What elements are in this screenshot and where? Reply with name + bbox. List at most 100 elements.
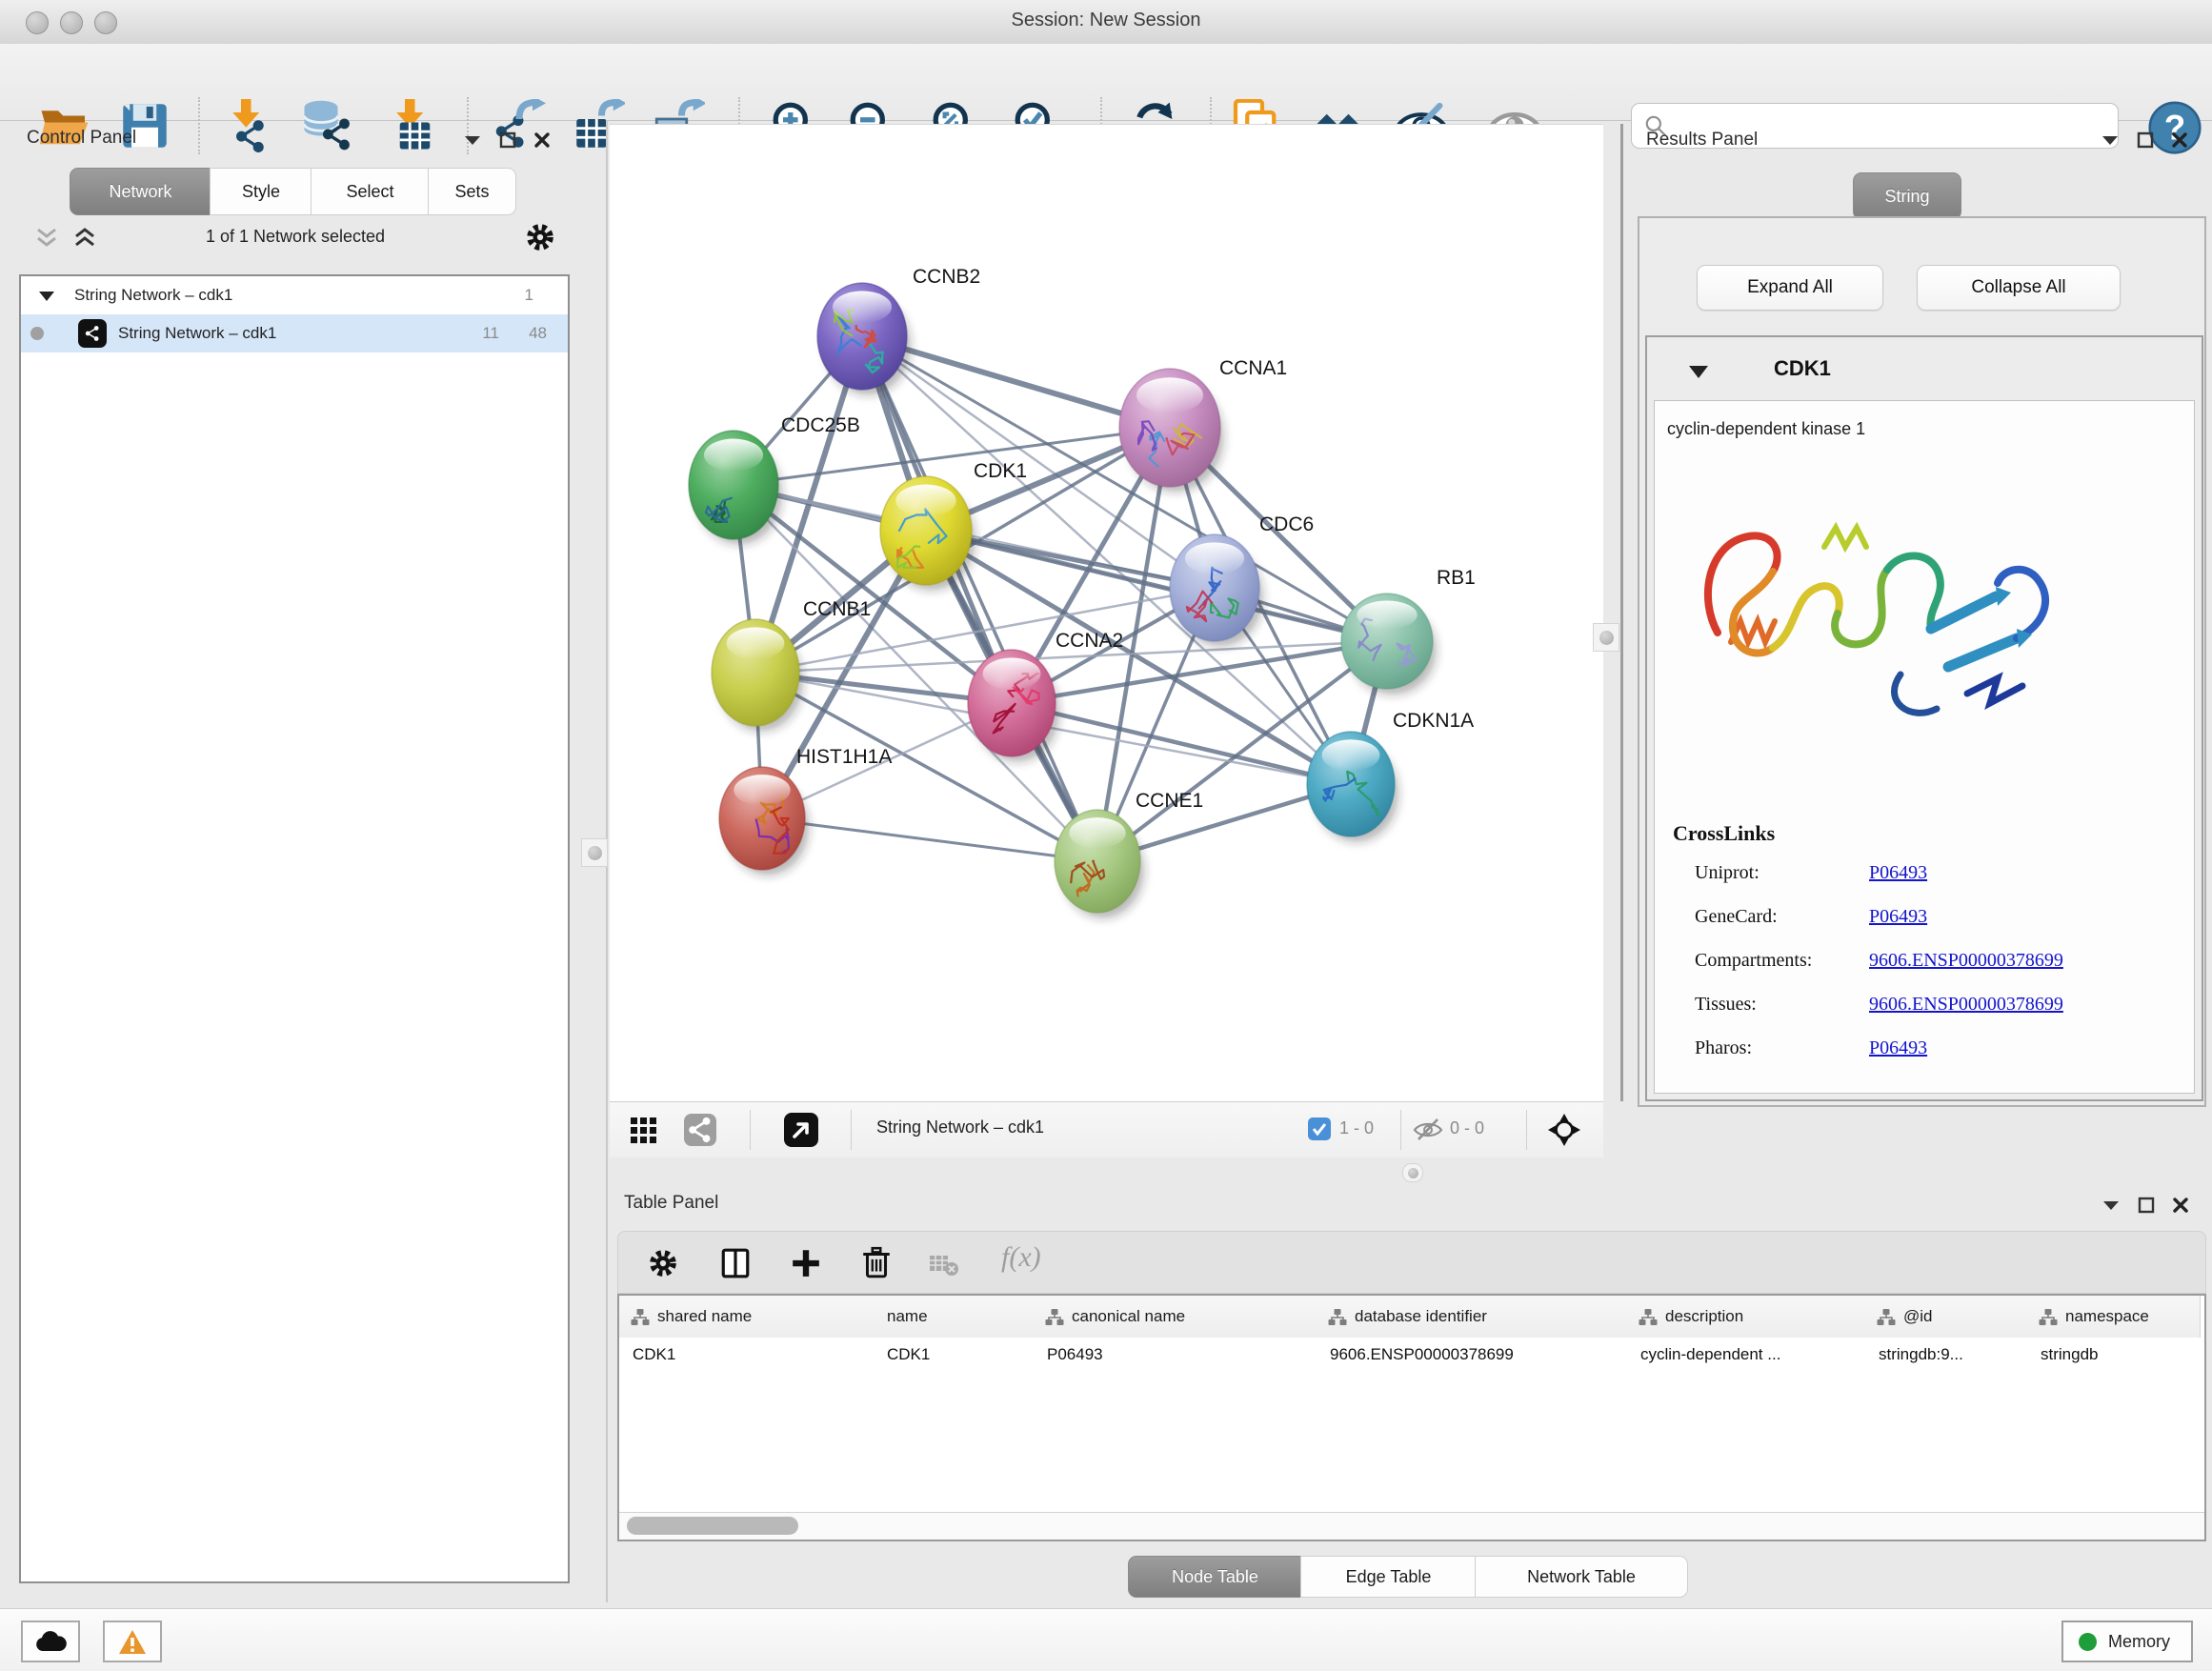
control-panel-controls: [463, 131, 568, 149]
crosslink-link[interactable]: P06493: [1869, 862, 1927, 884]
column-header[interactable]: shared name: [619, 1296, 875, 1338]
collapse-all-chevron-icon[interactable]: [34, 227, 59, 250]
crosslink-link[interactable]: 9606.ENSP00000378699: [1869, 994, 2063, 1016]
node-CCNB1[interactable]: [712, 619, 803, 732]
network-share-icon[interactable]: [684, 1114, 716, 1146]
float-panel-icon[interactable]: [2138, 1197, 2155, 1214]
expand-all-chevron-icon[interactable]: [72, 227, 97, 250]
hidden-eye-slash-icon[interactable]: [1413, 1116, 1443, 1144]
crosslink-link[interactable]: P06493: [1869, 906, 1927, 928]
tab-style[interactable]: Style: [210, 168, 312, 215]
delete-table-icon[interactable]: [929, 1253, 959, 1278]
tab-select[interactable]: Select: [311, 168, 430, 215]
gear-icon[interactable]: [524, 221, 556, 253]
panel-menu-icon[interactable]: [463, 133, 482, 147]
node-HIST1H1A[interactable]: [719, 767, 809, 876]
left-splitter-handle[interactable]: [581, 838, 608, 867]
delete-column-trash-icon[interactable]: [860, 1245, 893, 1279]
network-graph[interactable]: CCNB2CCNA1CDC25BCDK1CDC6RB1CCNB1CCNA2CDK…: [610, 125, 1603, 1102]
close-panel-icon[interactable]: [2171, 131, 2188, 149]
selected-checkbox-icon[interactable]: [1308, 1117, 1331, 1140]
crosslink-link[interactable]: P06493: [1869, 1037, 1927, 1059]
application-window: Session: New Session ? Control Panel: [0, 0, 2212, 1671]
edge-HIST1H1A-CCNE1[interactable]: [762, 818, 1097, 861]
node-table[interactable]: shared namenamecanonical namedatabase id…: [617, 1294, 2206, 1541]
node-label-CCNA2: CCNA2: [1056, 630, 1123, 652]
crosslink-link[interactable]: 9606.ENSP00000378699: [1869, 950, 2063, 972]
import-network-from-database-icon[interactable]: [301, 99, 354, 152]
node-CDKN1A[interactable]: [1307, 732, 1398, 842]
table-splitter-handle[interactable]: [1402, 1163, 1423, 1182]
network-row-selected[interactable]: String Network – cdk1 11 48: [21, 314, 568, 352]
function-builder-icon[interactable]: f(x): [1001, 1241, 1041, 1274]
tab-network[interactable]: Network: [70, 168, 211, 215]
gear-icon[interactable]: [647, 1247, 679, 1279]
table-cell[interactable]: stringdb:9...: [1865, 1338, 2041, 1372]
memory-button[interactable]: Memory: [2061, 1621, 2193, 1662]
panel-menu-icon[interactable]: [2101, 1198, 2121, 1212]
horizontal-scrollbar[interactable]: [619, 1512, 2204, 1540]
export-view-icon[interactable]: [784, 1113, 818, 1147]
column-header[interactable]: namespace: [2027, 1296, 2201, 1338]
section-expander-icon[interactable]: [1688, 364, 1709, 379]
collapse-all-button[interactable]: Collapse All: [1917, 265, 2121, 311]
import-table-from-file-icon[interactable]: [385, 99, 438, 152]
table-cell[interactable]: stringdb: [2027, 1338, 2212, 1372]
node-CCNE1[interactable]: [1055, 810, 1144, 918]
network-view-title: String Network – cdk1: [876, 1117, 1044, 1137]
column-header[interactable]: @id: [1865, 1296, 2028, 1338]
memory-label: Memory: [2108, 1632, 2170, 1652]
tab-node-table[interactable]: Node Table: [1128, 1556, 1302, 1598]
expand-all-button[interactable]: Expand All: [1697, 265, 1883, 311]
column-header[interactable]: database identifier: [1317, 1296, 1628, 1338]
edge-CCNB2-CCNE1[interactable]: [862, 336, 1097, 861]
tree-expander-icon[interactable]: [38, 290, 55, 302]
node-label-CDC6: CDC6: [1259, 513, 1314, 535]
close-panel-icon[interactable]: [533, 131, 551, 149]
column-header[interactable]: description: [1627, 1296, 1866, 1338]
network-status-dot-icon: [30, 327, 44, 340]
scrollbar-thumb[interactable]: [627, 1517, 798, 1535]
node-CDK1[interactable]: [880, 476, 975, 590]
table-cell[interactable]: 9606.ENSP00000378699: [1317, 1338, 1640, 1372]
column-header[interactable]: name: [874, 1296, 1035, 1338]
node-CCNA1[interactable]: [1119, 369, 1223, 492]
edge-CCNA2-CDKN1A[interactable]: [1012, 703, 1351, 784]
toolbar-separator: [1526, 1110, 1527, 1150]
close-panel-icon[interactable]: [2172, 1197, 2189, 1214]
network-type-icon: [78, 319, 107, 348]
crosslink-label: Compartments:: [1695, 950, 1812, 972]
select-columns-icon[interactable]: [719, 1247, 752, 1279]
fit-selection-crosshair-icon[interactable]: [1547, 1113, 1581, 1147]
network-canvas[interactable]: CCNB2CCNA1CDC25BCDK1CDC6RB1CCNB1CCNA2CDK…: [610, 124, 1603, 1102]
add-column-icon[interactable]: [790, 1247, 822, 1279]
column-scope-icon: [2039, 1309, 2058, 1325]
table-cell[interactable]: cyclin-dependent ...: [1627, 1338, 1879, 1372]
tab-network-table[interactable]: Network Table: [1475, 1556, 1688, 1598]
node-RB1[interactable]: [1341, 594, 1437, 695]
node-label-CCNB1: CCNB1: [803, 598, 871, 620]
warning-icon: [118, 1629, 147, 1655]
node-label-HIST1H1A: HIST1H1A: [796, 746, 892, 768]
hidden-count: 0 - 0: [1450, 1118, 1484, 1138]
column-header[interactable]: canonical name: [1034, 1296, 1317, 1338]
right-splitter-handle[interactable]: [1593, 623, 1619, 652]
table-cell[interactable]: P06493: [1034, 1338, 1330, 1372]
network-collection-row[interactable]: String Network – cdk1 1: [21, 276, 568, 314]
tab-sets[interactable]: Sets: [428, 168, 516, 215]
table-cell[interactable]: CDK1: [874, 1338, 1047, 1372]
node-CCNB2[interactable]: [817, 283, 911, 395]
table-cell[interactable]: CDK1: [619, 1338, 887, 1372]
float-panel-icon[interactable]: [2137, 131, 2154, 149]
import-network-from-file-icon[interactable]: [221, 99, 274, 152]
node-CCNA2[interactable]: [968, 650, 1059, 762]
table-panel-controls: [2101, 1197, 2206, 1214]
tab-string[interactable]: String: [1853, 172, 1961, 220]
float-panel-icon[interactable]: [499, 131, 516, 149]
tab-edge-table[interactable]: Edge Table: [1300, 1556, 1477, 1598]
panel-menu-icon[interactable]: [2101, 133, 2120, 147]
warnings-button[interactable]: [103, 1621, 162, 1662]
right-splitter[interactable]: [1620, 124, 1623, 1101]
cloud-button[interactable]: [21, 1621, 80, 1662]
birds-eye-grid-icon[interactable]: [629, 1116, 659, 1146]
